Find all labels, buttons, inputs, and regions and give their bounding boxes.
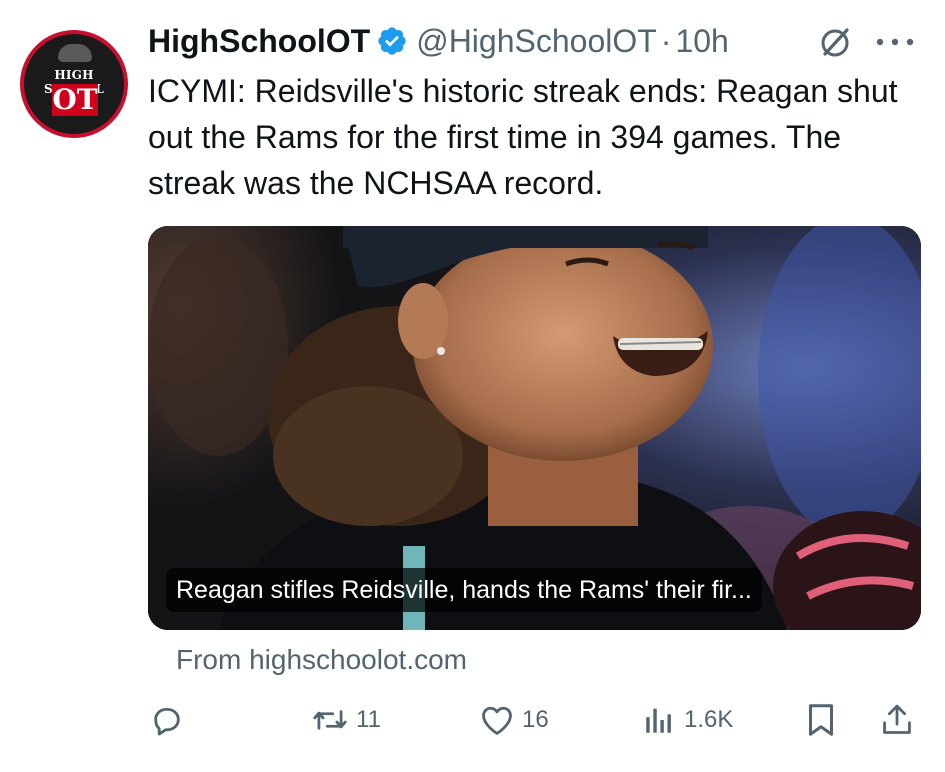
views-button[interactable]: 1.6K: [642, 696, 733, 744]
views-icon: [642, 703, 676, 737]
reply-button[interactable]: [150, 696, 184, 744]
tweet-text: ICYMI: Reidsville's historic streak ends…: [148, 73, 898, 201]
display-name[interactable]: HighSchoolOT: [148, 23, 370, 60]
card-caption: Reagan stifles Reidsville, hands the Ram…: [166, 568, 762, 612]
retweet-count: 11: [356, 706, 381, 733]
handle[interactable]: @HighSchoolOT: [416, 23, 657, 60]
bookmark-icon: [806, 702, 836, 738]
card-source-link[interactable]: From highschoolot.com: [176, 640, 467, 680]
like-count: 16: [522, 706, 549, 733]
timestamp[interactable]: 10h: [675, 23, 728, 60]
separator-dot: ·: [660, 22, 672, 59]
bookmark-button[interactable]: [806, 696, 836, 744]
tweet-header: HighSchoolOT @HighSchoolOT · 10h: [148, 16, 729, 66]
share-icon: [880, 702, 914, 738]
tweet: HIGH SCHOOL OT HighSchoolOT @HighSchoolO…: [0, 0, 945, 772]
like-button[interactable]: 16: [480, 696, 549, 744]
retweet-icon: [312, 703, 348, 737]
verified-badge-icon: [376, 25, 408, 57]
reply-icon: [150, 703, 184, 737]
action-bar: 11 16 1.6K: [0, 696, 945, 744]
avatar-logo-ot: OT: [52, 83, 98, 116]
more-options-icon[interactable]: [872, 30, 918, 54]
heart-icon: [480, 704, 514, 736]
avatar[interactable]: HIGH SCHOOL OT: [20, 30, 128, 138]
link-card[interactable]: Reagan stifles Reidsville, hands the Ram…: [148, 226, 921, 630]
share-button[interactable]: [880, 696, 914, 744]
grok-icon[interactable]: [818, 26, 852, 60]
retweet-button[interactable]: 11: [312, 696, 381, 744]
views-count: 1.6K: [684, 706, 734, 733]
helmet-icon: [58, 44, 92, 62]
